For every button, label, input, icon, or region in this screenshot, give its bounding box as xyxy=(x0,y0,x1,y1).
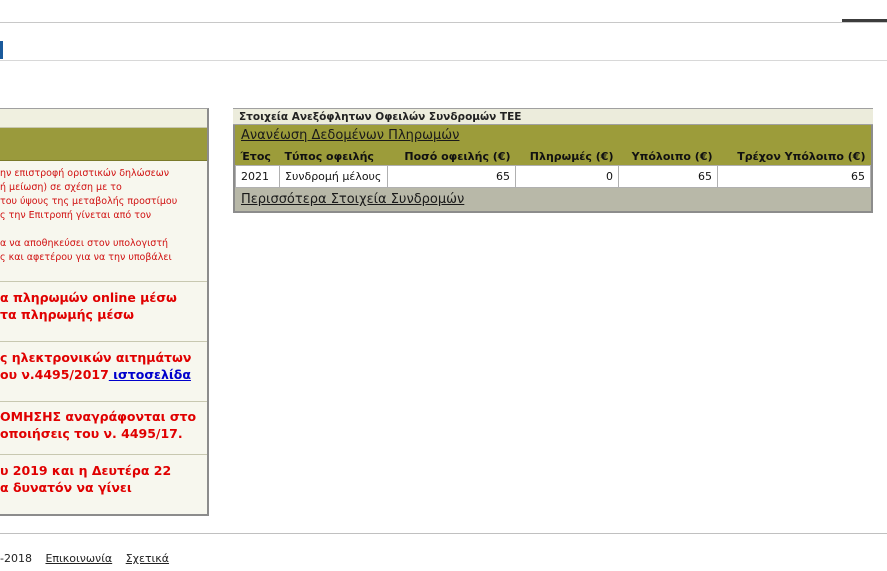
announcement-text-line: ην επιστροφή οριστικών δηλώσεων xyxy=(0,168,170,179)
announcement-law-4495: οποιήσεις του ν. 4495/17. xyxy=(0,426,183,441)
announcement-electronic-requests: ου ν.4495/2017 ιστοσελίδα xyxy=(0,366,207,383)
cell-type: Συνδρομή μέλους xyxy=(279,165,388,188)
announcement-law-4495: ΟΜΗΣΗΣ αναγράφονται στο xyxy=(0,409,197,424)
announcement-text-line: του ύψους της μεταβολής προστίμου xyxy=(0,196,178,207)
unpaid-dues-section: Στοιχεία Ανεξόφλητων Οφειλών Συνδρομών Τ… xyxy=(233,108,873,213)
footer: -2018 Επικοινωνία Σχετικά xyxy=(0,552,169,565)
unpaid-dues-title: Στοιχεία Ανεξόφλητων Οφειλών Συνδρομών Τ… xyxy=(233,108,873,125)
announcement-text-line: α να αποθηκεύσει στον υπολογιστή xyxy=(0,238,169,249)
column-header-payments: Πληρωμές (€) xyxy=(515,147,619,166)
header-divider xyxy=(0,60,887,61)
footer-divider xyxy=(0,533,887,534)
announcement-divider xyxy=(0,281,207,282)
unpaid-dues-table: Έτος Τύπος οφειλής Ποσό οφειλής (€) Πληρ… xyxy=(235,147,871,188)
table-row: 2021 Συνδρομή μέλους 65 0 65 65 xyxy=(235,165,871,188)
cell-balance: 65 xyxy=(618,165,718,188)
announcement-divider xyxy=(0,454,207,455)
announcement-text-line: ς και αφετέρου για να την υποβάλει xyxy=(0,252,172,263)
announcements-panel-title-bar xyxy=(0,128,207,161)
top-bar-accent xyxy=(842,19,887,22)
announcement-online-payments: α πληρωμών online μέσω xyxy=(0,290,177,305)
announcement-online-payments: τα πληρωμής μέσω xyxy=(0,307,135,322)
announcement-divider xyxy=(0,341,207,342)
announcements-panel: ην επιστροφή οριστικών δηλώσεων ή μείωση… xyxy=(0,108,209,516)
column-header-type: Τύπος οφειλής xyxy=(279,147,388,166)
unpaid-dues-box: Ανανέωση Δεδομένων Πληρωμών Έτος Τύπος ο… xyxy=(233,125,873,213)
footer-copyright: -2018 xyxy=(0,552,32,565)
top-bar xyxy=(0,0,887,23)
announcements-panel-header xyxy=(0,109,207,128)
announcement-dates: υ 2019 και η Δευτέρα 22 xyxy=(0,463,172,478)
website-link[interactable]: ιστοσελίδα xyxy=(109,367,191,382)
announcement-text-line: ή μείωση) σε σχέση με το xyxy=(0,182,122,193)
more-subscription-details-link[interactable]: Περισσότερα Στοιχεία Συνδρομών xyxy=(241,192,464,207)
header-accent-mark xyxy=(0,41,3,59)
refresh-payments-link[interactable]: Ανανέωση Δεδομένων Πληρωμών xyxy=(241,128,459,143)
cell-year: 2021 xyxy=(235,165,280,188)
column-header-current-balance: Τρέχον Υπόλοιπο (€) xyxy=(717,147,871,166)
column-header-balance: Υπόλοιπο (€) xyxy=(618,147,718,166)
footer-about-link[interactable]: Σχετικά xyxy=(126,552,169,565)
table-header-row: Έτος Τύπος οφειλής Ποσό οφειλής (€) Πληρ… xyxy=(235,147,871,166)
refresh-payments-row: Ανανέωση Δεδομένων Πληρωμών xyxy=(235,125,871,147)
cell-payments: 0 xyxy=(515,165,619,188)
column-header-year: Έτος xyxy=(235,147,280,166)
announcement-divider xyxy=(0,401,207,402)
cell-amount: 65 xyxy=(387,165,516,188)
column-header-amount: Ποσό οφειλής (€) xyxy=(387,147,516,166)
announcement-dates: α δυνατόν να γίνει xyxy=(0,480,132,495)
more-dues-row: Περισσότερα Στοιχεία Συνδρομών xyxy=(235,188,871,211)
announcement-electronic-requests: ς ηλεκτρονικών αιτημάτων xyxy=(0,350,192,365)
announcement-law-text: ου ν.4495/2017 xyxy=(0,367,109,382)
announcement-text-line: ς την Επιτροπή γίνεται από τον xyxy=(0,210,152,221)
cell-current-balance: 65 xyxy=(717,165,871,188)
footer-contact-link[interactable]: Επικοινωνία xyxy=(45,552,112,565)
